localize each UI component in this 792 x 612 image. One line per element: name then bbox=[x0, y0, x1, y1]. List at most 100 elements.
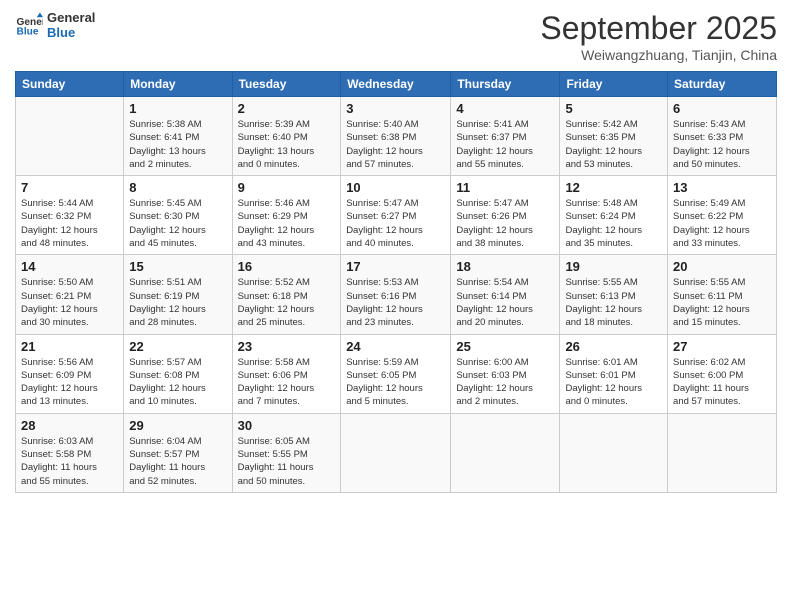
week-row-2: 7 Sunrise: 5:44 AM Sunset: 6:32 PM Daylig… bbox=[16, 176, 777, 255]
calendar-cell: 25Sunrise: 6:00 AM Sunset: 6:03 PM Dayli… bbox=[451, 334, 560, 413]
logo-blue: Blue bbox=[47, 25, 95, 40]
calendar-cell: 4 Sunrise: 5:41 AM Sunset: 6:37 PM Daylig… bbox=[451, 97, 560, 176]
calendar-cell: 11Sunrise: 5:47 AM Sunset: 6:26 PM Dayli… bbox=[451, 176, 560, 255]
day-info: Sunrise: 5:52 AM Sunset: 6:18 PM Dayligh… bbox=[238, 276, 336, 329]
calendar-cell: 2Sunrise: 5:39 AM Sunset: 6:40 PM Daylig… bbox=[232, 97, 341, 176]
day-number: 29 bbox=[129, 418, 226, 433]
day-number: 10 bbox=[346, 180, 445, 195]
calendar-cell: 12Sunrise: 5:48 AM Sunset: 6:24 PM Dayli… bbox=[560, 176, 668, 255]
day-info: Sunrise: 5:56 AM Sunset: 6:09 PM Dayligh… bbox=[21, 356, 118, 409]
day-header-saturday: Saturday bbox=[668, 72, 777, 97]
week-row-4: 21Sunrise: 5:56 AM Sunset: 6:09 PM Dayli… bbox=[16, 334, 777, 413]
calendar-cell: 22 Sunrise: 5:57 AM Sunset: 6:08 PM Dayli… bbox=[124, 334, 232, 413]
month-title: September 2025 bbox=[540, 10, 777, 47]
day-number: 5 bbox=[565, 101, 662, 116]
day-number: 4 bbox=[456, 101, 554, 116]
day-header-sunday: Sunday bbox=[16, 72, 124, 97]
day-number: 26 bbox=[565, 339, 662, 354]
day-info: Sunrise: 5:48 AM Sunset: 6:24 PM Dayligh… bbox=[565, 197, 662, 250]
day-info: Sunrise: 6:03 AM Sunset: 5:58 PM Dayligh… bbox=[21, 435, 118, 488]
day-number: 13 bbox=[673, 180, 771, 195]
calendar-cell bbox=[16, 97, 124, 176]
header: General Blue General Blue September 2025… bbox=[15, 10, 777, 63]
calendar-cell: 18 Sunrise: 5:54 AM Sunset: 6:14 PM Dayli… bbox=[451, 255, 560, 334]
day-info: Sunrise: 6:05 AM Sunset: 5:55 PM Dayligh… bbox=[238, 435, 336, 488]
day-number: 3 bbox=[346, 101, 445, 116]
day-info: Sunrise: 5:49 AM Sunset: 6:22 PM Dayligh… bbox=[673, 197, 771, 250]
day-number: 24 bbox=[346, 339, 445, 354]
calendar-cell bbox=[341, 413, 451, 492]
calendar-cell: 6 Sunrise: 5:43 AM Sunset: 6:33 PM Daylig… bbox=[668, 97, 777, 176]
day-header-tuesday: Tuesday bbox=[232, 72, 341, 97]
day-number: 16 bbox=[238, 259, 336, 274]
calendar-cell: 8 Sunrise: 5:45 AM Sunset: 6:30 PM Daylig… bbox=[124, 176, 232, 255]
day-info: Sunrise: 5:50 AM Sunset: 6:21 PM Dayligh… bbox=[21, 276, 118, 329]
calendar: SundayMondayTuesdayWednesdayThursdayFrid… bbox=[15, 71, 777, 493]
svg-text:Blue: Blue bbox=[17, 26, 39, 37]
day-info: Sunrise: 5:53 AM Sunset: 6:16 PM Dayligh… bbox=[346, 276, 445, 329]
day-number: 23 bbox=[238, 339, 336, 354]
day-number: 19 bbox=[565, 259, 662, 274]
day-number: 30 bbox=[238, 418, 336, 433]
day-number: 7 bbox=[21, 180, 118, 195]
day-info: Sunrise: 5:57 AM Sunset: 6:08 PM Dayligh… bbox=[129, 356, 226, 409]
day-number: 18 bbox=[456, 259, 554, 274]
day-number: 22 bbox=[129, 339, 226, 354]
calendar-cell: 30 Sunrise: 6:05 AM Sunset: 5:55 PM Dayli… bbox=[232, 413, 341, 492]
day-info: Sunrise: 5:58 AM Sunset: 6:06 PM Dayligh… bbox=[238, 356, 336, 409]
logo: General Blue General Blue bbox=[15, 10, 95, 40]
day-header-friday: Friday bbox=[560, 72, 668, 97]
calendar-cell: 14 Sunrise: 5:50 AM Sunset: 6:21 PM Dayli… bbox=[16, 255, 124, 334]
day-info: Sunrise: 5:55 AM Sunset: 6:13 PM Dayligh… bbox=[565, 276, 662, 329]
calendar-cell: 20Sunrise: 5:55 AM Sunset: 6:11 PM Dayli… bbox=[668, 255, 777, 334]
day-info: Sunrise: 5:51 AM Sunset: 6:19 PM Dayligh… bbox=[129, 276, 226, 329]
day-info: Sunrise: 5:47 AM Sunset: 6:26 PM Dayligh… bbox=[456, 197, 554, 250]
logo-general: General bbox=[47, 10, 95, 25]
calendar-cell: 3 Sunrise: 5:40 AM Sunset: 6:38 PM Daylig… bbox=[341, 97, 451, 176]
day-info: Sunrise: 5:45 AM Sunset: 6:30 PM Dayligh… bbox=[129, 197, 226, 250]
day-header-thursday: Thursday bbox=[451, 72, 560, 97]
day-info: Sunrise: 5:38 AM Sunset: 6:41 PM Dayligh… bbox=[129, 118, 226, 171]
day-info: Sunrise: 5:40 AM Sunset: 6:38 PM Dayligh… bbox=[346, 118, 445, 171]
day-info: Sunrise: 5:43 AM Sunset: 6:33 PM Dayligh… bbox=[673, 118, 771, 171]
logo-icon: General Blue bbox=[15, 11, 43, 39]
calendar-cell: 27 Sunrise: 6:02 AM Sunset: 6:00 PM Dayli… bbox=[668, 334, 777, 413]
calendar-header-row: SundayMondayTuesdayWednesdayThursdayFrid… bbox=[16, 72, 777, 97]
day-info: Sunrise: 5:39 AM Sunset: 6:40 PM Dayligh… bbox=[238, 118, 336, 171]
day-number: 20 bbox=[673, 259, 771, 274]
calendar-cell: 10 Sunrise: 5:47 AM Sunset: 6:27 PM Dayli… bbox=[341, 176, 451, 255]
day-number: 6 bbox=[673, 101, 771, 116]
week-row-3: 14 Sunrise: 5:50 AM Sunset: 6:21 PM Dayli… bbox=[16, 255, 777, 334]
calendar-cell: 16 Sunrise: 5:52 AM Sunset: 6:18 PM Dayli… bbox=[232, 255, 341, 334]
day-info: Sunrise: 5:47 AM Sunset: 6:27 PM Dayligh… bbox=[346, 197, 445, 250]
calendar-cell bbox=[560, 413, 668, 492]
day-number: 25 bbox=[456, 339, 554, 354]
day-number: 15 bbox=[129, 259, 226, 274]
week-row-1: 1 Sunrise: 5:38 AM Sunset: 6:41 PM Daylig… bbox=[16, 97, 777, 176]
day-number: 8 bbox=[129, 180, 226, 195]
day-info: Sunrise: 6:02 AM Sunset: 6:00 PM Dayligh… bbox=[673, 356, 771, 409]
calendar-cell: 24 Sunrise: 5:59 AM Sunset: 6:05 PM Dayli… bbox=[341, 334, 451, 413]
day-info: Sunrise: 5:54 AM Sunset: 6:14 PM Dayligh… bbox=[456, 276, 554, 329]
calendar-cell bbox=[668, 413, 777, 492]
calendar-cell: 1 Sunrise: 5:38 AM Sunset: 6:41 PM Daylig… bbox=[124, 97, 232, 176]
day-number: 17 bbox=[346, 259, 445, 274]
calendar-cell: 29Sunrise: 6:04 AM Sunset: 5:57 PM Dayli… bbox=[124, 413, 232, 492]
calendar-cell bbox=[451, 413, 560, 492]
calendar-cell: 26Sunrise: 6:01 AM Sunset: 6:01 PM Dayli… bbox=[560, 334, 668, 413]
day-info: Sunrise: 5:59 AM Sunset: 6:05 PM Dayligh… bbox=[346, 356, 445, 409]
calendar-cell: 5Sunrise: 5:42 AM Sunset: 6:35 PM Daylig… bbox=[560, 97, 668, 176]
calendar-cell: 13 Sunrise: 5:49 AM Sunset: 6:22 PM Dayli… bbox=[668, 176, 777, 255]
day-header-monday: Monday bbox=[124, 72, 232, 97]
day-info: Sunrise: 5:41 AM Sunset: 6:37 PM Dayligh… bbox=[456, 118, 554, 171]
calendar-cell: 23 Sunrise: 5:58 AM Sunset: 6:06 PM Dayli… bbox=[232, 334, 341, 413]
day-number: 14 bbox=[21, 259, 118, 274]
location: Weiwangzhuang, Tianjin, China bbox=[540, 47, 777, 63]
calendar-cell: 19 Sunrise: 5:55 AM Sunset: 6:13 PM Dayli… bbox=[560, 255, 668, 334]
day-info: Sunrise: 5:44 AM Sunset: 6:32 PM Dayligh… bbox=[21, 197, 118, 250]
calendar-cell: 21Sunrise: 5:56 AM Sunset: 6:09 PM Dayli… bbox=[16, 334, 124, 413]
title-area: September 2025 Weiwangzhuang, Tianjin, C… bbox=[540, 10, 777, 63]
calendar-cell: 9Sunrise: 5:46 AM Sunset: 6:29 PM Daylig… bbox=[232, 176, 341, 255]
day-number: 1 bbox=[129, 101, 226, 116]
day-number: 27 bbox=[673, 339, 771, 354]
